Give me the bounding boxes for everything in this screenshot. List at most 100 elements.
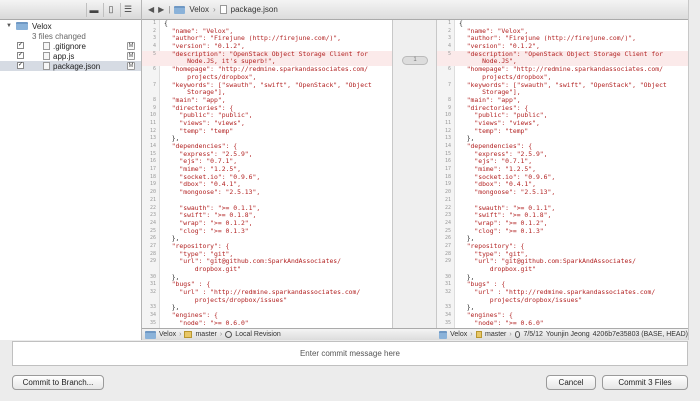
file-checkbox[interactable]: ✓ <box>17 52 24 59</box>
merge-gutter: 1 <box>392 20 436 328</box>
line-number: 18 <box>149 173 156 180</box>
line-number: 8 <box>447 96 451 103</box>
line-number: 4 <box>152 43 156 50</box>
right-status-author: Younjin Jeong <box>545 331 590 338</box>
right-status-branch[interactable]: master <box>485 331 506 338</box>
code-line: 12 "temp": "temp" <box>437 127 688 136</box>
left-diff-pane[interactable]: 1{2 "name": "Velox", 3 "author": "Firejun… <box>142 20 392 328</box>
line-number: 6 <box>447 66 451 73</box>
list-icon[interactable]: ☰ <box>120 2 135 17</box>
line-number: 20 <box>444 189 451 196</box>
breadcrumb-file-icon <box>219 5 227 14</box>
line-number: 2 <box>152 27 156 34</box>
line-number: 16 <box>149 158 156 165</box>
repo-subtitle-row: 3 files changed <box>0 31 141 41</box>
code-line: 25 "clog": ">= 0.1.3" <box>142 227 392 236</box>
right-status-repo[interactable]: Velox <box>450 331 467 338</box>
branch-icon <box>475 331 482 338</box>
line-number: 2 <box>447 27 451 34</box>
line-number: 1 <box>447 20 451 26</box>
commit-message-input[interactable] <box>13 342 687 365</box>
file-icon <box>43 52 50 60</box>
code-line: 35 "node": ">= 0.6.0" <box>437 319 688 328</box>
breadcrumb-folder[interactable]: Velox <box>189 5 209 14</box>
line-number: 32 <box>149 289 156 296</box>
repo-name: Velox <box>32 21 52 31</box>
line-number: 21 <box>149 196 156 203</box>
line-number: 26 <box>149 235 156 242</box>
code-line: 35 "node": ">= 0.6.0" <box>142 318 392 328</box>
right-status-bar: Velox › master › 7/5/12 Younjin Jeong 42… <box>436 328 688 340</box>
line-number: 20 <box>149 189 156 196</box>
file-row[interactable]: ✓ .gitignore M <box>0 41 141 51</box>
branch-icon <box>184 331 193 338</box>
back-arrow-icon[interactable]: ◀ <box>148 5 154 14</box>
code-line: 12 "temp": "temp" <box>142 127 392 136</box>
disclosure-triangle-icon[interactable]: ▼ <box>6 23 12 29</box>
breadcrumb-folder-icon <box>174 5 186 14</box>
code-line: 20 "mongoose": "2.5.13", <box>142 188 392 197</box>
line-number: 13 <box>444 135 451 142</box>
file-name: .gitignore <box>53 41 86 51</box>
line-number: 29 <box>149 258 156 265</box>
file-tree: ▼ Velox 3 files changed ✓ .gitignore M ✓ app… <box>0 21 141 71</box>
line-number: 3 <box>447 35 451 42</box>
line-number: 22 <box>149 204 156 211</box>
forward-arrow-icon[interactable]: ▶ <box>158 5 164 14</box>
right-status-date[interactable]: 7/5/12 <box>523 331 542 338</box>
code-line: projects/dropbox/issues" <box>437 296 688 305</box>
file-row[interactable]: ✓ package.json M <box>0 61 141 71</box>
code-text: "mongoose": "2.5.13", <box>164 188 261 197</box>
line-number: 4 <box>447 43 451 50</box>
file-checkbox[interactable]: ✓ <box>17 62 24 69</box>
code-line: projects/dropbox/issues" <box>142 296 392 305</box>
line-number: 30 <box>149 273 156 280</box>
commit-files-button[interactable]: Commit 3 Files <box>602 375 688 390</box>
line-number: 29 <box>444 258 451 265</box>
line-number: 25 <box>149 227 156 234</box>
repo-folder-icon <box>16 22 28 30</box>
file-row[interactable]: ✓ app.js M <box>0 51 141 61</box>
right-diff-pane[interactable]: 1{2 "name": "Velox", 3 "author": "Firejun… <box>436 20 688 328</box>
line-number: 9 <box>152 104 156 111</box>
file-icon <box>43 62 50 70</box>
file-icon[interactable]: ▯ <box>103 2 118 17</box>
line-number: 28 <box>444 250 451 257</box>
line-number: 23 <box>149 212 156 219</box>
line-number: 15 <box>444 150 451 157</box>
line-number: 15 <box>149 150 156 157</box>
line-number: 7 <box>447 81 451 88</box>
cancel-button[interactable]: Cancel <box>546 375 596 390</box>
repo-row[interactable]: ▼ Velox <box>0 21 141 31</box>
left-status-repo[interactable]: Velox <box>159 331 176 338</box>
line-number: 7 <box>152 81 156 88</box>
commit-message-box[interactable] <box>12 341 688 366</box>
commit-to-branch-button[interactable]: Commit to Branch... <box>12 375 104 390</box>
left-status-branch[interactable]: master <box>195 331 216 338</box>
vertical-scrollbar[interactable] <box>688 0 700 340</box>
code-line: 20 "mongoose": "2.5.13", <box>437 188 688 197</box>
left-status-revision[interactable]: Local Revision <box>235 331 281 338</box>
folder-icon[interactable]: ▬ <box>86 2 101 17</box>
line-number: 23 <box>444 212 451 219</box>
modified-status-badge: M <box>127 42 135 50</box>
line-number: 12 <box>444 127 451 134</box>
line-number: 5 <box>152 50 156 57</box>
modified-status-badge: M <box>127 62 135 70</box>
left-status-bar: Velox › master › Local Revision <box>142 328 436 340</box>
line-number: 9 <box>447 104 451 111</box>
line-number: 19 <box>444 181 451 188</box>
right-status-commit: 4206b7e35803 (BASE, HEAD) <box>592 331 688 338</box>
merge-arrow-icon[interactable]: 1 <box>402 56 428 65</box>
line-number: 16 <box>444 158 451 165</box>
line-number: 34 <box>444 312 451 319</box>
breadcrumb-file[interactable]: package.json <box>231 5 278 14</box>
repo-folder-icon <box>145 330 156 339</box>
file-checkbox[interactable]: ✓ <box>17 42 24 49</box>
line-number: 13 <box>149 135 156 142</box>
line-number: 21 <box>444 196 451 203</box>
file-name: app.js <box>53 51 75 61</box>
code-text: "node": ">= 0.6.0" <box>164 318 249 327</box>
line-number: 30 <box>444 273 451 280</box>
code-line: 25 "clog": ">= 0.1.3" <box>437 227 688 236</box>
